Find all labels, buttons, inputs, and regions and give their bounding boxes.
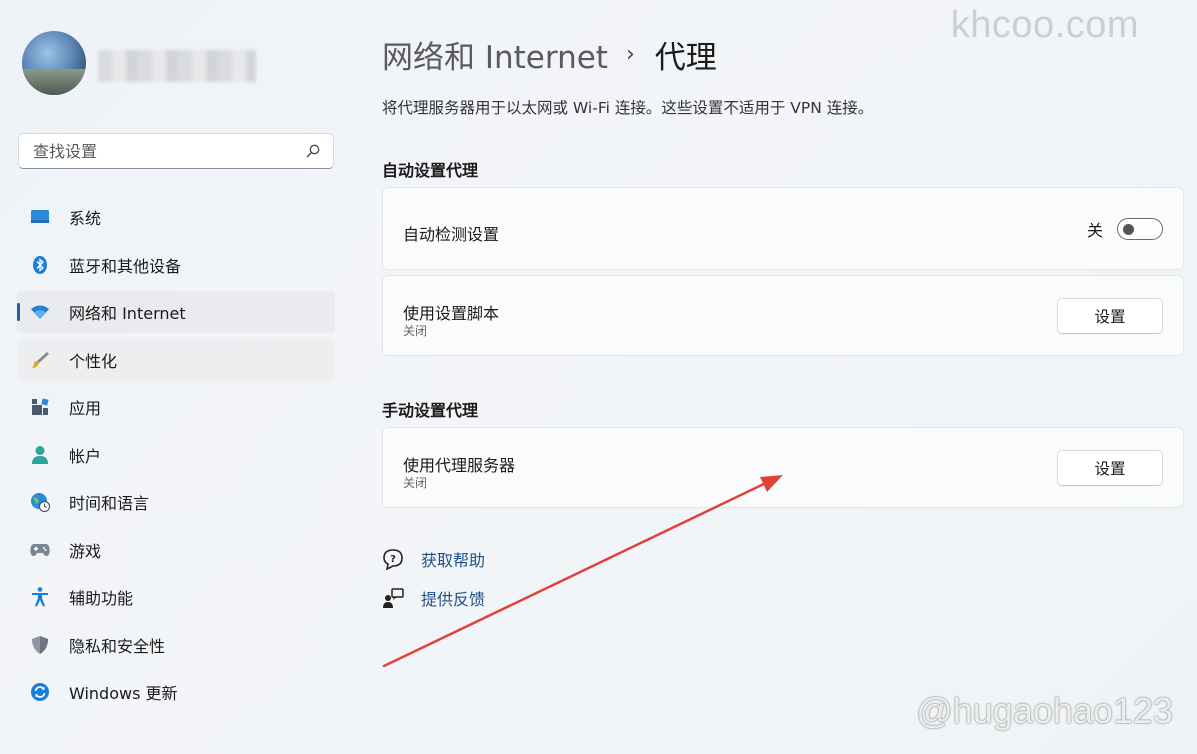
sidebar-item-label: 应用 xyxy=(69,399,102,418)
sidebar-item-label: 隐私和安全性 xyxy=(69,636,166,656)
accessibility-icon xyxy=(30,587,50,607)
card-setup-script: 使用设置脚本 关闭 设置 xyxy=(382,275,1184,356)
sidebar-item-label: 帐户 xyxy=(69,446,102,466)
auto-detect-toggle[interactable] xyxy=(1117,218,1163,240)
sidebar-item-label: 网络和 Internet xyxy=(69,304,186,323)
sidebar-item-gaming[interactable]: 游戏 xyxy=(17,529,335,571)
bluetooth-icon xyxy=(30,255,50,275)
setup-script-settings-button[interactable]: 设置 xyxy=(1057,298,1163,334)
proxy-server-status: 关闭 xyxy=(403,476,428,490)
sidebar-item-label: 系统 xyxy=(69,209,102,228)
card-auto-detect[interactable]: 自动检测设置 关 xyxy=(382,187,1184,270)
sidebar-item-label: 个性化 xyxy=(69,351,118,371)
feedback-row[interactable]: 提供反馈 xyxy=(382,585,485,611)
sidebar-item-windows-update[interactable]: Windows 更新 xyxy=(17,671,335,713)
proxy-server-label: 使用代理服务器 xyxy=(403,456,516,475)
sidebar-item-label: 时间和语言 xyxy=(69,494,150,513)
sidebar-item-bluetooth[interactable]: 蓝牙和其他设备 xyxy=(17,244,335,286)
avatar[interactable] xyxy=(22,31,86,95)
sidebar-item-label: Windows 更新 xyxy=(69,684,178,703)
auto-detect-label: 自动检测设置 xyxy=(403,225,500,244)
globe-clock-icon xyxy=(30,492,50,512)
brush-icon xyxy=(30,350,50,370)
sidebar-item-time-language[interactable]: 时间和语言 xyxy=(17,481,335,523)
gamepad-icon xyxy=(30,540,50,560)
page-description: 将代理服务器用于以太网或 Wi-Fi 连接。这些设置不适用于 VPN 连接。 xyxy=(382,99,874,117)
sidebar-item-apps[interactable]: 应用 xyxy=(17,386,335,428)
account-icon xyxy=(30,445,50,465)
svg-text:?: ? xyxy=(390,554,396,565)
sidebar-item-label: 游戏 xyxy=(69,541,102,561)
shield-icon xyxy=(30,635,50,655)
sidebar: 系统 蓝牙和其他设备 网络和 Internet 个性化 应用 xyxy=(0,0,350,754)
watermark-top: khcoo.com xyxy=(950,4,1139,46)
get-help-row[interactable]: ? 获取帮助 xyxy=(382,546,485,572)
get-help-link[interactable]: 获取帮助 xyxy=(421,547,485,571)
search-box[interactable] xyxy=(18,133,334,169)
proxy-server-settings-button[interactable]: 设置 xyxy=(1057,450,1163,486)
toggle-knob xyxy=(1123,224,1134,235)
breadcrumb-current: 代理 xyxy=(654,40,717,76)
auto-detect-toggle-group: 关 xyxy=(1087,217,1163,241)
wifi-icon xyxy=(30,302,50,322)
setup-script-label: 使用设置脚本 xyxy=(403,304,500,323)
card-proxy-server: 使用代理服务器 关闭 设置 xyxy=(382,427,1184,508)
sidebar-item-accessibility[interactable]: 辅助功能 xyxy=(17,576,335,618)
username-redacted xyxy=(98,50,256,82)
sidebar-item-privacy[interactable]: 隐私和安全性 xyxy=(17,624,335,666)
search-input[interactable] xyxy=(31,140,305,162)
search-icon[interactable] xyxy=(305,143,321,159)
help-links: ? 获取帮助 提供反馈 xyxy=(382,546,485,624)
section-auto-proxy: 自动设置代理 xyxy=(382,161,479,180)
help-chat-icon: ? xyxy=(382,548,404,570)
toggle-state-label: 关 xyxy=(1086,221,1103,240)
sidebar-item-label: 辅助功能 xyxy=(69,589,134,608)
chevron-right-icon: › xyxy=(625,42,635,67)
page-title: 网络和 Internet › 代理 xyxy=(382,32,717,77)
watermark-bottom: @hugaohao123 xyxy=(916,690,1173,731)
monitor-icon xyxy=(30,207,50,227)
apps-icon xyxy=(30,397,50,417)
breadcrumb-parent[interactable]: 网络和 Internet xyxy=(382,32,608,77)
sidebar-item-accounts[interactable]: 帐户 xyxy=(17,434,335,476)
sidebar-item-label: 蓝牙和其他设备 xyxy=(69,256,182,276)
section-manual-proxy: 手动设置代理 xyxy=(382,401,479,420)
sidebar-item-personalization[interactable]: 个性化 xyxy=(17,338,335,381)
setup-script-status: 关闭 xyxy=(403,324,428,338)
sidebar-item-system[interactable]: 系统 xyxy=(17,196,335,238)
sidebar-nav: 系统 蓝牙和其他设备 网络和 Internet 个性化 应用 帐户 时间和语言 … xyxy=(17,196,335,719)
update-icon xyxy=(30,682,50,702)
feedback-icon xyxy=(382,587,404,609)
feedback-link[interactable]: 提供反馈 xyxy=(421,586,485,610)
sidebar-item-network[interactable]: 网络和 Internet xyxy=(17,291,335,333)
